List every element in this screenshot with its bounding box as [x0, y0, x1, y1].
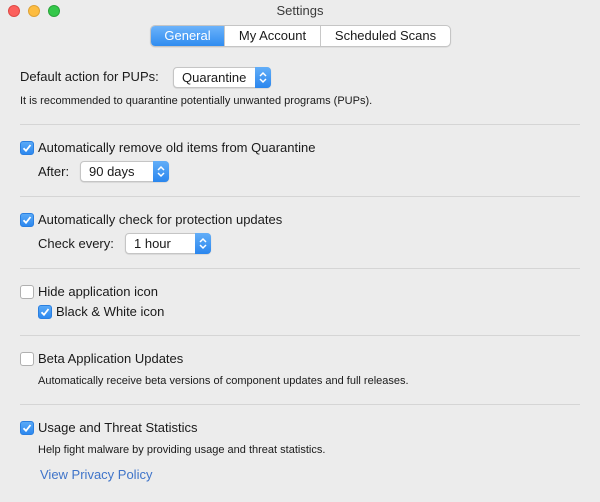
section-divider: [20, 335, 580, 336]
pups-action-value: Quarantine: [182, 70, 247, 85]
section-divider: [20, 124, 580, 125]
beta-updates-checkbox[interactable]: [20, 352, 34, 366]
bw-icon-checkbox[interactable]: [38, 305, 52, 319]
settings-tab-bar: General My Account Scheduled Scans: [150, 25, 451, 47]
zoom-window-button[interactable]: [48, 5, 60, 17]
auto-update-label[interactable]: Automatically check for protection updat…: [38, 212, 282, 228]
tab-scheduled-scans[interactable]: Scheduled Scans: [320, 26, 450, 46]
section-divider: [20, 268, 580, 269]
hide-app-icon-checkbox[interactable]: [20, 285, 34, 299]
tab-my-account[interactable]: My Account: [224, 26, 320, 46]
usage-stats-checkbox[interactable]: [20, 421, 34, 435]
check-interval-select[interactable]: 1 hour: [125, 233, 211, 254]
select-arrows-icon: [195, 233, 211, 254]
remove-quarantine-label[interactable]: Automatically remove old items from Quar…: [38, 140, 315, 156]
window-title: Settings: [276, 3, 324, 18]
section-divider: [20, 196, 580, 197]
minimize-window-button[interactable]: [28, 5, 40, 17]
after-label: After:: [38, 164, 70, 179]
usage-stats-label[interactable]: Usage and Threat Statistics: [38, 420, 197, 436]
checkmark-icon: [40, 308, 50, 317]
tab-general[interactable]: General: [151, 26, 224, 46]
beta-updates-description: Automatically receive beta versions of c…: [38, 375, 409, 387]
pups-action-select[interactable]: Quarantine: [173, 67, 271, 88]
settings-window: Settings General My Account Scheduled Sc…: [0, 0, 600, 502]
privacy-policy-link[interactable]: View Privacy Policy: [40, 467, 152, 483]
remove-quarantine-checkbox[interactable]: [20, 141, 34, 155]
section-divider: [20, 404, 580, 405]
checkmark-icon: [22, 424, 32, 433]
hide-app-icon-label[interactable]: Hide application icon: [38, 284, 158, 300]
select-arrows-icon: [255, 67, 271, 88]
select-arrows-icon: [153, 161, 169, 182]
after-days-value: 90 days: [89, 164, 135, 179]
check-every-label: Check every:: [38, 236, 114, 251]
after-days-select[interactable]: 90 days: [80, 161, 169, 182]
close-window-button[interactable]: [8, 5, 20, 17]
check-interval-value: 1 hour: [134, 236, 171, 251]
checkmark-icon: [22, 144, 32, 153]
auto-update-checkbox[interactable]: [20, 213, 34, 227]
beta-updates-label[interactable]: Beta Application Updates: [38, 351, 183, 367]
title-bar: Settings: [0, 0, 600, 22]
pups-description: It is recommended to quarantine potentia…: [20, 95, 373, 107]
pups-action-label: Default action for PUPs:: [20, 69, 159, 84]
usage-stats-description: Help fight malware by providing usage an…: [38, 444, 326, 456]
checkmark-icon: [22, 216, 32, 225]
bw-icon-label[interactable]: Black & White icon: [56, 304, 164, 320]
